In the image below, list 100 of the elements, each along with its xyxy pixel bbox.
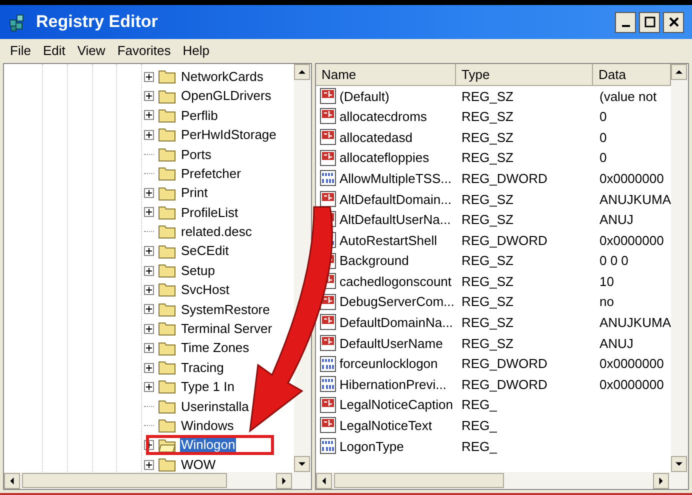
table-cell: no [599, 294, 614, 310]
vertical-scrollbar[interactable] [671, 64, 688, 472]
tree-item[interactable]: Print [180, 183, 209, 203]
table-cell: 0 [599, 150, 607, 166]
table-cell-text: allocatefloppies [339, 149, 430, 168]
column-header[interactable]: Name [316, 64, 456, 86]
scroll-arrow-up-icon[interactable] [671, 64, 687, 80]
expand-toggle[interactable] [144, 110, 154, 120]
expand-toggle[interactable] [144, 343, 154, 354]
table-cell-text: cachedlogonscount [339, 272, 452, 291]
table-cell: 0x0000000 [599, 356, 664, 372]
plus-icon [146, 93, 152, 100]
tree-item[interactable]: SeCEdit [180, 241, 230, 261]
string-value-icon [320, 334, 338, 352]
tree-item[interactable]: WOW [180, 454, 217, 472]
folder-icon [158, 146, 176, 162]
table-cell: REG_SZ [461, 253, 514, 268]
expand-toggle[interactable] [144, 362, 154, 373]
folder-icon [158, 398, 176, 414]
column-header[interactable]: Type [456, 64, 594, 86]
scroll-arrow-right-icon[interactable] [653, 472, 669, 488]
scroll-thumb[interactable] [334, 473, 504, 488]
expand-toggle[interactable] [144, 460, 154, 470]
table-cell: 0x0000000 [599, 170, 664, 186]
tree-item[interactable]: Tracing [180, 358, 225, 378]
close-button[interactable] [663, 12, 684, 32]
menu-item[interactable]: Favorites [111, 41, 177, 61]
table-cell: REG_SZ [461, 315, 514, 330]
minimize-button[interactable] [615, 12, 636, 32]
scroll-arrow-up-icon[interactable] [294, 64, 310, 80]
tree-item[interactable]: Time Zones [180, 338, 250, 358]
table-cell-text: DebugServerCom... [339, 293, 454, 312]
plus-icon [146, 345, 152, 352]
tree-item[interactable]: Setup [180, 260, 216, 280]
table-cell: REG_ [461, 418, 497, 434]
expand-toggle[interactable] [144, 324, 154, 334]
scroll-arrow-left-icon[interactable] [4, 472, 20, 488]
table-cell-text: LegalNoticeCaption [339, 396, 453, 414]
table-cell: REG_ [461, 397, 497, 412]
tree-item[interactable]: related.desc [180, 222, 253, 242]
table-cell: REG_DWORD [461, 232, 548, 248]
table-cell: 0x0000000 [599, 376, 664, 392]
scroll-arrow-left-icon[interactable] [316, 472, 332, 488]
plus-icon [146, 112, 152, 118]
tree-item[interactable]: Terminal Server [180, 319, 274, 339]
plus-icon [146, 384, 152, 390]
tree-item[interactable]: OpenGLDrivers [180, 86, 272, 106]
expand-toggle[interactable] [144, 207, 154, 218]
expand-toggle[interactable] [144, 284, 154, 295]
menu-item[interactable]: View [71, 41, 112, 61]
tree-item[interactable]: NetworkCards [180, 66, 264, 86]
maximize-button[interactable] [639, 12, 660, 32]
scroll-arrow-down-icon[interactable] [671, 456, 687, 472]
menu-item[interactable]: File [4, 41, 37, 61]
plus-icon [146, 132, 152, 138]
string-value-icon [320, 88, 338, 105]
tree-item[interactable]: PerHwIdStorage [180, 125, 278, 145]
table-cell-text: (Default) [339, 88, 390, 106]
column-header[interactable]: Data [593, 64, 671, 86]
expand-toggle[interactable] [144, 91, 154, 102]
folder-icon [158, 127, 176, 142]
expand-toggle[interactable] [144, 130, 154, 140]
tree-item[interactable]: Prefetcher [180, 164, 242, 184]
expand-toggle[interactable] [144, 304, 154, 314]
table-cell: 0 0 0 [599, 253, 628, 268]
scroll-thumb[interactable] [22, 473, 227, 488]
tree-item[interactable]: Ports [180, 144, 212, 164]
plus-icon [146, 248, 152, 254]
plus-icon [146, 209, 152, 216]
table-cell-text: forceunlocklogon [339, 355, 438, 374]
folder-icon [158, 379, 176, 394]
expand-toggle[interactable] [144, 72, 154, 82]
table-cell: REG_DWORD [461, 170, 548, 186]
table-cell: REG_SZ [461, 274, 514, 289]
tree-item[interactable]: Userinstalla [180, 396, 250, 416]
expand-toggle[interactable] [144, 246, 154, 256]
string-value-icon [320, 190, 338, 208]
binary-value-icon [320, 376, 338, 394]
horizontal-scrollbar[interactable] [316, 472, 688, 489]
folder-icon [158, 263, 176, 278]
tree-item[interactable]: SvcHost [180, 280, 230, 300]
menu-item[interactable]: Help [176, 41, 216, 61]
tree-item[interactable]: SystemRestore [180, 300, 271, 320]
table-cell-text: AllowMultipleTSS... [339, 170, 452, 188]
binary-value-icon [320, 438, 338, 455]
menu-item[interactable]: Edit [36, 41, 72, 61]
table-cell: REG_SZ [461, 130, 514, 145]
tree-item[interactable]: Type 1 In [180, 377, 236, 397]
tree-item[interactable]: Perflib [180, 106, 219, 126]
table-cell: REG_SZ [461, 336, 514, 351]
tree-item[interactable]: Windows [180, 416, 235, 436]
expand-toggle[interactable] [144, 266, 154, 276]
horizontal-scrollbar[interactable] [4, 472, 312, 489]
close-icon [668, 16, 680, 28]
tree-item[interactable]: ProfileList [180, 202, 240, 222]
scroll-arrow-down-icon[interactable] [294, 456, 310, 472]
expand-toggle[interactable] [144, 382, 154, 392]
table-cell: REG_SZ [461, 294, 514, 310]
expand-toggle[interactable] [144, 188, 154, 198]
scroll-arrow-right-icon[interactable] [276, 472, 292, 488]
